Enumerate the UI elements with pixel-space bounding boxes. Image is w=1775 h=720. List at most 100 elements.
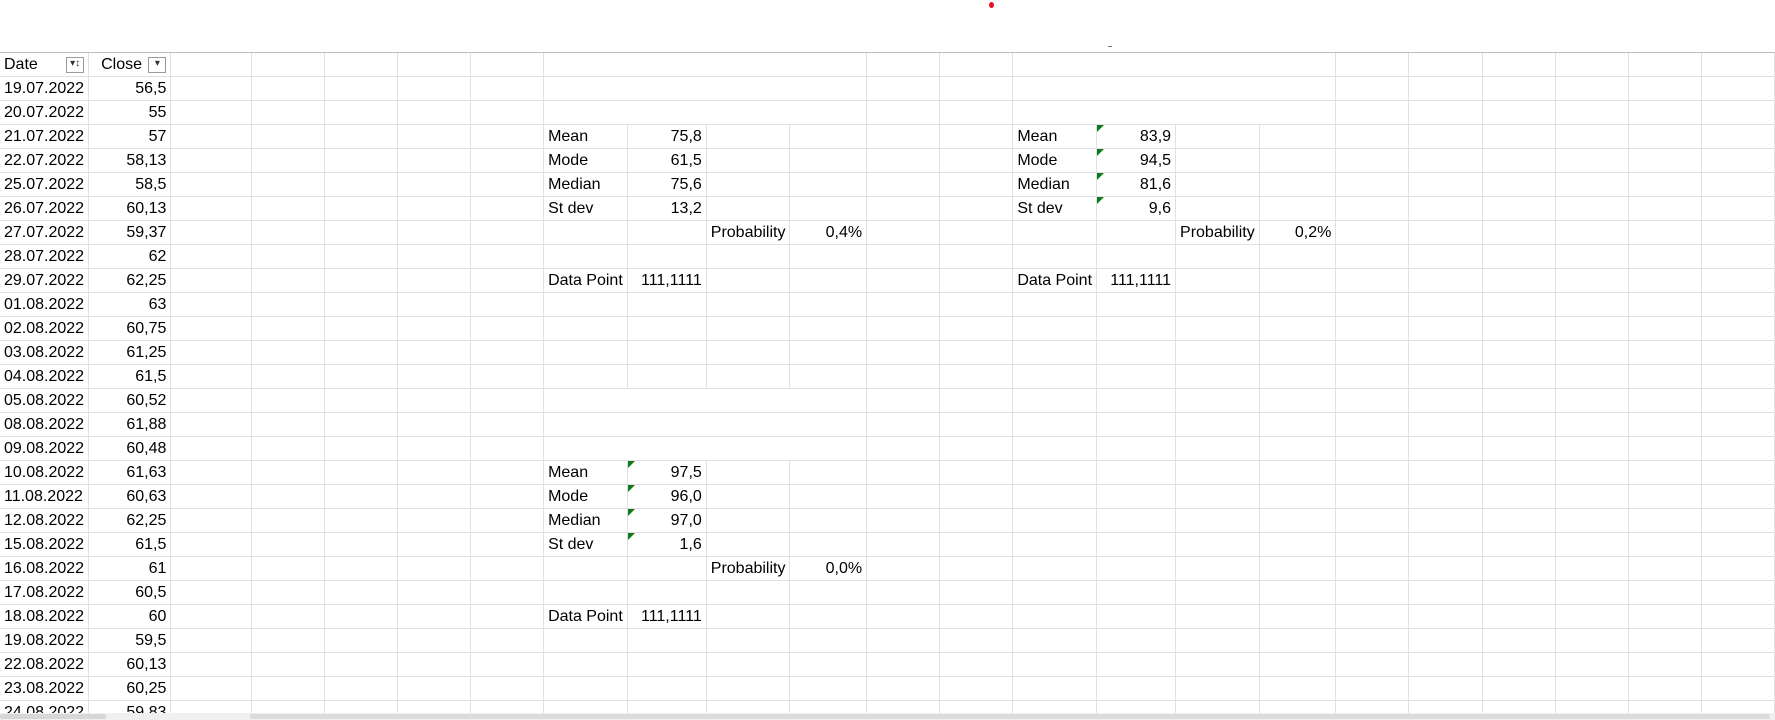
cell[interactable] <box>627 76 707 101</box>
cell[interactable] <box>324 340 398 365</box>
cell[interactable]: 61 <box>88 556 172 581</box>
cell[interactable]: Data Point <box>543 604 628 629</box>
cell[interactable] <box>939 196 1014 221</box>
cell[interactable] <box>1482 76 1556 101</box>
cell[interactable] <box>470 124 545 149</box>
cell[interactable] <box>1482 580 1556 605</box>
filter-dropdown-icon[interactable]: ▾ <box>148 56 167 73</box>
cell[interactable] <box>1012 364 1098 389</box>
cell[interactable] <box>1628 76 1702 101</box>
cell[interactable] <box>470 484 545 509</box>
cell[interactable]: 09.08.2022 <box>0 436 90 461</box>
cell[interactable] <box>397 700 471 713</box>
cell[interactable] <box>543 388 628 413</box>
cell[interactable] <box>470 172 545 197</box>
cell[interactable] <box>1096 700 1177 713</box>
cell[interactable] <box>706 580 791 605</box>
cell[interactable] <box>1259 316 1337 341</box>
cell[interactable] <box>1096 244 1177 269</box>
cell[interactable] <box>1259 388 1337 413</box>
cell[interactable] <box>1096 340 1177 365</box>
cell[interactable] <box>1555 220 1629 245</box>
cell[interactable] <box>1408 172 1483 197</box>
cell[interactable] <box>789 676 868 701</box>
cell[interactable] <box>1555 676 1629 701</box>
cell[interactable] <box>706 100 791 125</box>
cell[interactable] <box>543 53 628 77</box>
cell[interactable]: 97,0 <box>627 508 707 533</box>
cell[interactable] <box>170 628 252 653</box>
cell[interactable] <box>251 124 325 149</box>
cell[interactable] <box>627 652 707 677</box>
cell[interactable] <box>1175 580 1260 605</box>
cell[interactable]: 61,88 <box>88 412 172 437</box>
cell[interactable] <box>251 604 325 629</box>
cell[interactable] <box>866 628 941 653</box>
cell[interactable] <box>251 676 325 701</box>
cell[interactable] <box>1259 268 1337 293</box>
cell[interactable] <box>1335 340 1410 365</box>
cell[interactable] <box>1096 580 1177 605</box>
cell[interactable] <box>789 53 868 77</box>
cell[interactable]: 62,25 <box>88 508 172 533</box>
cell[interactable] <box>1259 412 1337 437</box>
cell[interactable] <box>1408 628 1483 653</box>
cell[interactable] <box>939 292 1014 317</box>
cell[interactable] <box>706 460 791 485</box>
cell[interactable] <box>1482 148 1556 173</box>
cell[interactable] <box>706 388 791 413</box>
cell[interactable] <box>1408 316 1483 341</box>
cell[interactable] <box>1482 604 1556 629</box>
resize-handle-icon[interactable] <box>1108 46 1112 47</box>
cell[interactable]: 9,6 <box>1096 196 1177 221</box>
cell[interactable] <box>1628 292 1702 317</box>
cell[interactable] <box>1259 148 1337 173</box>
cell[interactable] <box>866 508 941 533</box>
cell[interactable]: 23.08.2022 <box>0 676 90 701</box>
cell[interactable] <box>1628 388 1702 413</box>
cell[interactable] <box>866 268 941 293</box>
cell[interactable]: Median <box>1012 172 1098 197</box>
cell[interactable] <box>1335 316 1410 341</box>
cell[interactable] <box>1408 340 1483 365</box>
cell[interactable] <box>324 532 398 557</box>
cell[interactable] <box>1482 220 1556 245</box>
cell[interactable] <box>1259 124 1337 149</box>
cell[interactable] <box>789 460 868 485</box>
cell[interactable] <box>1335 100 1410 125</box>
cell[interactable] <box>1096 100 1177 125</box>
cell[interactable] <box>939 436 1014 461</box>
cell[interactable] <box>397 556 471 581</box>
cell[interactable] <box>1408 412 1483 437</box>
cell[interactable] <box>1408 700 1483 713</box>
cell[interactable] <box>939 676 1014 701</box>
cell[interactable] <box>1259 676 1337 701</box>
error-flag-icon[interactable] <box>627 485 635 492</box>
cell[interactable] <box>1555 148 1629 173</box>
cell[interactable] <box>627 412 707 437</box>
cell[interactable] <box>1175 484 1260 509</box>
cell[interactable] <box>1408 508 1483 533</box>
cell[interactable] <box>324 148 398 173</box>
cell[interactable]: 75,6 <box>627 172 707 197</box>
cell[interactable] <box>397 124 471 149</box>
cell[interactable] <box>1175 172 1260 197</box>
cell[interactable] <box>397 412 471 437</box>
cell[interactable] <box>1408 220 1483 245</box>
cell[interactable]: 111,1111 <box>627 604 707 629</box>
cell[interactable] <box>1259 460 1337 485</box>
cell[interactable] <box>324 700 398 713</box>
cell[interactable] <box>866 172 941 197</box>
cell[interactable]: Mode <box>543 484 628 509</box>
cell[interactable] <box>397 76 471 101</box>
cell[interactable]: 12.08.2022 <box>0 508 90 533</box>
cell[interactable] <box>1482 388 1556 413</box>
cell[interactable] <box>706 268 791 293</box>
cell[interactable] <box>1175 652 1260 677</box>
cell[interactable] <box>1335 580 1410 605</box>
cell[interactable] <box>706 244 791 269</box>
cell[interactable] <box>1555 628 1629 653</box>
cell[interactable] <box>939 388 1014 413</box>
cell[interactable] <box>866 652 941 677</box>
cell[interactable] <box>939 244 1014 269</box>
